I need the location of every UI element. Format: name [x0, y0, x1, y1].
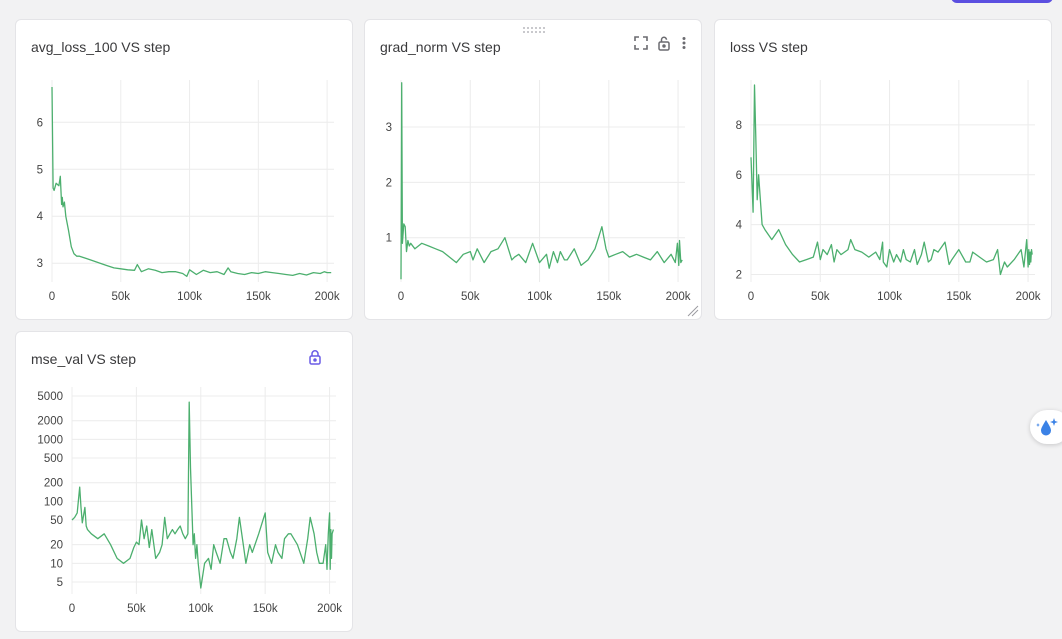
x-tick-label: 50k [461, 291, 480, 303]
y-tick-label: 5000 [37, 391, 63, 403]
x-tick-label: 150k [946, 291, 971, 303]
x-tick-label: 200k [317, 603, 342, 615]
x-tick-label: 100k [188, 603, 213, 615]
y-tick-label: 6 [37, 117, 43, 129]
x-tick-label: 0 [69, 603, 75, 615]
y-tick-label: 3 [386, 122, 392, 134]
x-tick-label: 200k [1016, 291, 1041, 303]
y-tick-label: 5 [37, 164, 43, 176]
y-tick-label: 200 [44, 478, 63, 490]
grid-lines [750, 80, 1035, 282]
series-line [400, 82, 683, 280]
x-tick-label: 200k [315, 291, 340, 303]
x-tick-label: 50k [811, 291, 830, 303]
x-tick-label: 0 [748, 291, 754, 303]
y-tick-label: 2000 [37, 416, 63, 428]
grid-lines [51, 80, 334, 282]
y-tick-label: 10 [50, 558, 63, 570]
y-tick-label: 1 [386, 233, 392, 245]
chart-grad-norm: 0 50k 100k 150k 200k 1 2 3 [386, 80, 691, 303]
chart-panel-mse-val: mse_val VS step 0 50k 100k 150k 200k 5 10 20 50 1… [15, 331, 353, 632]
x-tick-label: 150k [246, 291, 271, 303]
chart-mse-val: 0 50k 100k 150k 200k 5 10 20 50 100 200 500 1000 2000… [37, 387, 342, 615]
chart-panel-loss: loss VS step 0 50k 100k 150k 200k 2 4 6 8 [714, 19, 1052, 320]
y-tick-label: 6 [736, 170, 742, 182]
x-tick-label: 100k [527, 291, 552, 303]
chart-avg-loss: 0 50k 100k 150k 200k 3 4 5 6 [37, 80, 340, 303]
chart-panel-avg-loss: avg_loss_100 VS step 0 50k 100k 150k 200k 3 4 5… [15, 19, 353, 320]
chart-loss: 0 50k 100k 150k 200k 2 4 6 8 [736, 80, 1041, 303]
y-tick-label: 5 [57, 577, 63, 589]
x-tick-label: 0 [49, 291, 55, 303]
x-tick-label: 150k [596, 291, 621, 303]
y-tick-label: 8 [736, 120, 742, 132]
y-tick-label: 4 [736, 220, 743, 232]
chart-panel-grad-norm: grad_norm VS step 0 50k 100k 150k 200k 1 2 3 [364, 19, 702, 320]
y-tick-label: 20 [50, 540, 63, 552]
resize-handle-icon[interactable] [687, 305, 699, 317]
y-tick-label: 2 [736, 270, 742, 282]
x-tick-label: 100k [177, 291, 202, 303]
assistant-button[interactable] [1030, 410, 1062, 444]
series-line [750, 84, 1033, 276]
y-tick-label: 100 [44, 496, 63, 508]
x-tick-label: 200k [666, 291, 691, 303]
y-tick-label: 500 [44, 453, 63, 465]
y-tick-label: 3 [37, 258, 43, 270]
y-tick-label: 50 [50, 515, 63, 527]
water-drop-icon [1036, 418, 1058, 436]
x-tick-label: 0 [398, 291, 404, 303]
x-tick-label: 50k [127, 603, 146, 615]
grid-lines [71, 387, 336, 594]
x-tick-label: 150k [253, 603, 278, 615]
series-line [71, 401, 335, 589]
x-tick-label: 100k [877, 291, 902, 303]
y-tick-label: 4 [37, 211, 44, 223]
y-tick-label: 1000 [37, 434, 63, 446]
add-chart-button[interactable] [951, 0, 1053, 3]
y-tick-label: 2 [386, 177, 392, 189]
x-tick-label: 50k [112, 291, 131, 303]
series-line [51, 86, 332, 278]
